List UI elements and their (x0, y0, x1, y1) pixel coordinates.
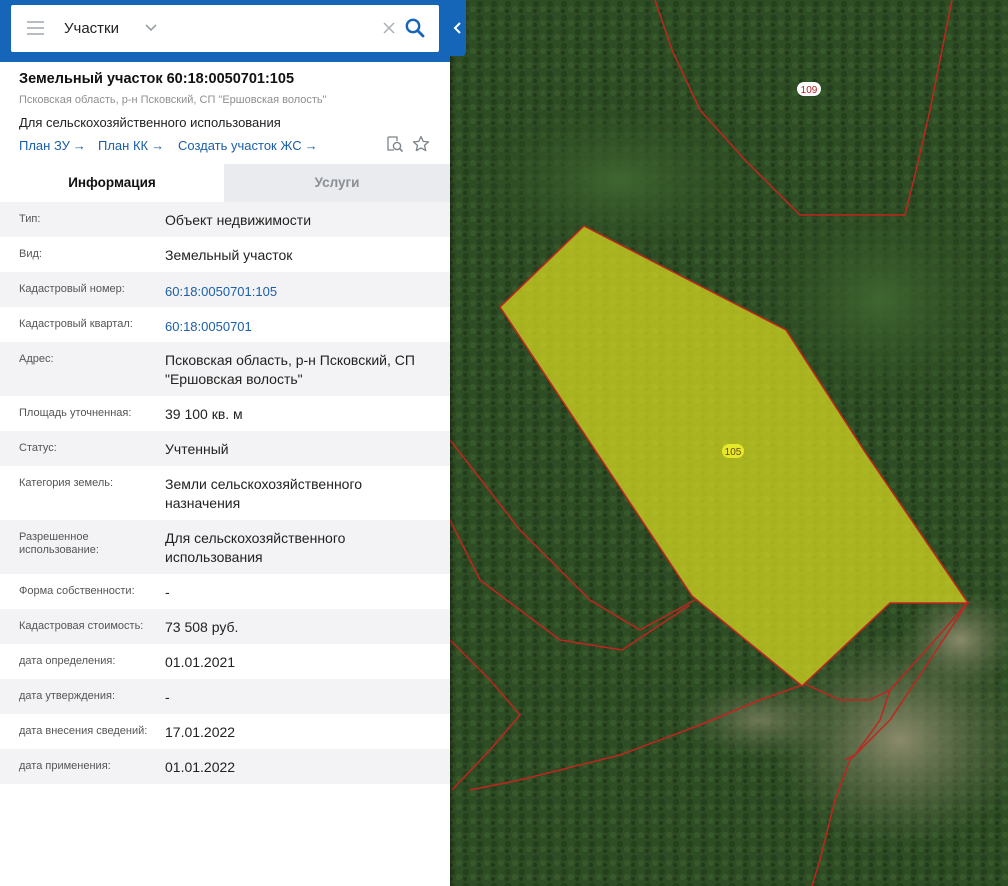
info-panel: Участки Земельный участок 60:18:0050701:… (0, 0, 450, 886)
info-value: Объект недвижимости (165, 212, 312, 228)
info-value: Для сельскохозяйственного использования (165, 530, 346, 565)
plan-zu-link[interactable]: План ЗУ → (19, 138, 86, 153)
arrow-right-icon: → (304, 138, 318, 153)
info-row-date-applied: дата применения: 01.01.2022 (0, 749, 450, 784)
info-row-date-determined: дата определения: 01.01.2021 (0, 644, 450, 679)
panel-collapse-button[interactable] (450, 0, 466, 56)
arrow-right-icon: → (151, 138, 165, 153)
search-icon[interactable] (404, 17, 426, 39)
search-box[interactable]: Участки (11, 5, 439, 52)
info-label: дата внесения сведений: (19, 725, 148, 737)
info-value: Псковская область, р-н Псковский, СП "Ер… (165, 352, 415, 387)
info-value: 17.01.2022 (165, 724, 236, 740)
document-search-icon[interactable] (386, 135, 404, 153)
info-value: 39 100 кв. м (165, 406, 243, 422)
parcel-label-109: 109 (797, 82, 821, 96)
search-layer-select[interactable]: Участки (64, 20, 119, 37)
info-row-kind: Вид: Земельный участок (0, 237, 450, 272)
info-label: Адрес: (19, 353, 54, 365)
plan-zu-label: План ЗУ (19, 138, 70, 153)
tab-services[interactable]: Услуги (224, 164, 450, 202)
info-row-cadastral-number: Кадастровый номер: 60:18:0050701:105 (0, 272, 450, 307)
forest-patch (460, 90, 780, 270)
info-label: дата применения: (19, 760, 111, 772)
info-value: 01.01.2021 (165, 654, 236, 670)
create-zhs-label: Создать участок ЖС (178, 138, 302, 153)
close-icon[interactable] (381, 20, 397, 36)
info-label: Категория земель: (19, 477, 114, 489)
object-title: Земельный участок 60:18:0050701:105 (19, 71, 295, 87)
info-label: Статус: (19, 442, 57, 454)
info-value: Земельный участок (165, 247, 293, 263)
info-label: Площадь уточненная: (19, 407, 132, 419)
info-value: 01.01.2022 (165, 759, 236, 775)
arrow-right-icon: → (72, 138, 86, 153)
info-value: - (165, 689, 170, 705)
chevron-down-icon[interactable] (144, 20, 158, 34)
cadastral-number-link[interactable]: 60:18:0050701:105 (165, 282, 433, 301)
plan-kk-label: План КК (98, 138, 149, 153)
info-row-cadastral-value: Кадастровая стоимость: 73 508 руб. (0, 609, 450, 644)
svg-text:109: 109 (801, 85, 818, 96)
cadastral-quarter-link[interactable]: 60:18:0050701 (165, 317, 433, 336)
info-label: Разрешенное использование: (19, 531, 99, 556)
info-row-date-entered: дата внесения сведений: 17.01.2022 (0, 714, 450, 749)
info-row-land-category: Категория земель: Земли сельскохозяйстве… (0, 466, 450, 520)
info-row-type: Тип: Объект недвижимости (0, 202, 450, 237)
info-row-address: Адрес: Псковская область, р-н Псковский,… (0, 342, 450, 396)
plan-kk-link[interactable]: План КК → (98, 138, 164, 153)
info-value: Учтенный (165, 441, 229, 457)
parcel-label-105: 105 (722, 444, 744, 458)
info-label: Кадастровый номер: (19, 283, 125, 295)
info-label: Форма собственности: (19, 585, 135, 597)
info-table: Тип: Объект недвижимости Вид: Земельный … (0, 202, 450, 784)
info-label: дата утверждения: (19, 690, 116, 702)
info-row-date-approved: дата утверждения: - (0, 679, 450, 714)
info-row-cadastral-quarter: Кадастровый квартал: 60:18:0050701 (0, 307, 450, 342)
info-value: - (165, 584, 170, 600)
info-value: 73 508 руб. (165, 619, 239, 635)
create-zhs-link[interactable]: Создать участок ЖС → (178, 138, 318, 153)
info-value: Земли сельскохозяйственного назначения (165, 476, 363, 511)
star-icon[interactable] (412, 135, 430, 153)
svg-text:105: 105 (725, 447, 742, 458)
info-row-permitted-use: Разрешенное использование: Для сельскохо… (0, 520, 450, 574)
tab-bar: Информация Услуги (0, 164, 450, 202)
info-label: Тип: (19, 213, 41, 225)
info-label: Кадастровая стоимость: (19, 620, 144, 632)
chevron-left-icon (453, 22, 461, 34)
clearing-area (680, 680, 840, 760)
info-label: Вид: (19, 248, 42, 260)
object-usage: Для сельскохозяйственного использования (19, 115, 281, 130)
search-bar: Участки (0, 0, 450, 62)
info-label: Кадастровый квартал: (19, 318, 133, 330)
hamburger-icon[interactable] (27, 21, 44, 35)
object-address: Псковская область, р-н Псковский, СП "Ер… (19, 94, 327, 106)
info-label: дата определения: (19, 655, 116, 667)
info-row-ownership: Форма собственности: - (0, 574, 450, 609)
tab-information[interactable]: Информация (0, 164, 224, 202)
info-row-status: Статус: Учтенный (0, 431, 450, 466)
info-row-area: Площадь уточненная: 39 100 кв. м (0, 396, 450, 431)
